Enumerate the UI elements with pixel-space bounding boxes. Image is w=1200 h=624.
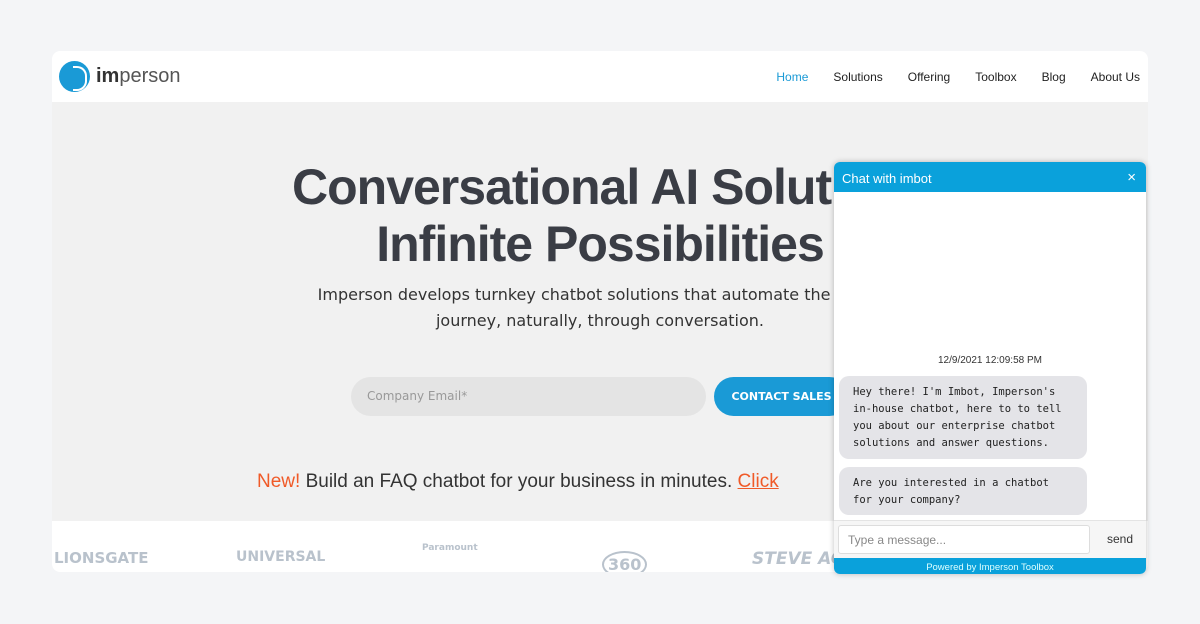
nav-about-us[interactable]: About Us	[1091, 70, 1140, 84]
logo-text-bold: im	[96, 65, 120, 87]
chat-timestamp: 12/9/2021 12:09:58 PM	[938, 355, 1042, 366]
close-icon[interactable]: ×	[1127, 169, 1136, 186]
chat-message: Hey there! I'm Imbot, Imperson's in-hous…	[839, 376, 1087, 459]
send-button[interactable]: send	[1107, 532, 1133, 546]
lionsgate-logo: LIONSGATE	[54, 549, 149, 567]
chat-input-bar: Type a message... send	[834, 520, 1146, 558]
logo-text-rest: person	[119, 65, 181, 87]
universal-logo: UNIVERSAL	[236, 549, 326, 565]
nav-home[interactable]: Home	[776, 70, 808, 84]
360-logo: 360	[602, 551, 648, 572]
hero-title-line1: Conversational AI Solutio	[292, 159, 875, 215]
nav-toolbox[interactable]: Toolbox	[975, 70, 1016, 84]
nav-offering[interactable]: Offering	[908, 70, 950, 84]
logo[interactable]: imperson	[59, 61, 181, 92]
faq-text: Build an FAQ chatbot for your business i…	[300, 471, 738, 492]
contact-sales-button[interactable]: CONTACT SALES	[714, 377, 849, 416]
chat-message: Are you interested in a chatbot for your…	[839, 467, 1087, 515]
chat-header: Chat with imbot ×	[834, 162, 1146, 192]
faq-promo: New! Build an FAQ chatbot for your busin…	[257, 470, 779, 494]
chat-widget: Chat with imbot × 12/9/2021 12:09:58 PM H…	[834, 162, 1146, 574]
powered-by-link[interactable]: Powered by Imperson Toolbox	[834, 558, 1146, 574]
face-logo-icon	[59, 61, 90, 92]
nav-blog[interactable]: Blog	[1042, 70, 1066, 84]
paramount-logo: Paramount	[422, 543, 478, 553]
new-label: New!	[257, 471, 301, 492]
nav-solutions[interactable]: Solutions	[833, 70, 882, 84]
chat-title: Chat with imbot	[842, 171, 932, 186]
top-nav: imperson Home Solutions Offering Toolbox…	[52, 51, 1148, 102]
message-input[interactable]: Type a message...	[838, 525, 1090, 554]
company-email-input[interactable]: Company Email*	[351, 377, 706, 416]
faq-link[interactable]: Click	[738, 471, 779, 492]
